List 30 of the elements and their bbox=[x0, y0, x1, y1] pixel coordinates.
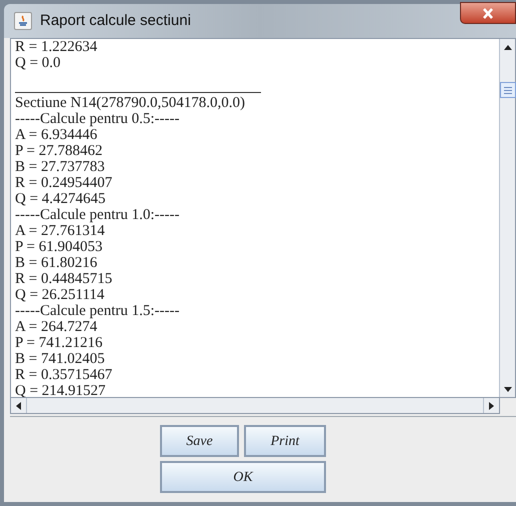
close-button[interactable] bbox=[460, 2, 516, 24]
report-line: R = 1.222634 bbox=[15, 39, 98, 55]
report-line: -----Calcule pentru 1.0:----- bbox=[15, 207, 181, 223]
vertical-scrollbar[interactable] bbox=[499, 39, 515, 397]
report-line: B = 741.02405 bbox=[15, 351, 106, 367]
report-line: R = 0.35715467 bbox=[15, 367, 114, 383]
report-line: Q = 26.251114 bbox=[15, 287, 106, 303]
report-line: R = 0.24954407 bbox=[15, 175, 114, 191]
save-button[interactable]: Save bbox=[160, 425, 239, 457]
report-line: Sectiune N14(278790.0,504178.0,0.0) bbox=[15, 95, 246, 111]
close-icon bbox=[482, 8, 494, 18]
report-line: B = 61.80216 bbox=[15, 255, 98, 271]
report-line: Q = 0.0 bbox=[15, 55, 62, 71]
report-line: A = 6.934446 bbox=[15, 127, 98, 143]
report-line: Q = 4.4274645 bbox=[15, 191, 107, 207]
window-title: Raport calcule sectiuni bbox=[40, 10, 191, 31]
report-line: -----Calcule pentru 0.5:----- bbox=[15, 111, 181, 127]
report-line: A = 27.761314 bbox=[15, 223, 106, 239]
scroll-thumb[interactable] bbox=[500, 82, 516, 98]
report-line: P = 61.904053 bbox=[15, 239, 104, 255]
report-line: P = 741.21216 bbox=[15, 335, 104, 351]
app-icon bbox=[14, 12, 32, 30]
report-line: B = 27.737783 bbox=[15, 159, 106, 175]
report-line: -----Calcule pentru 1.5:----- bbox=[15, 303, 181, 319]
ok-button[interactable]: OK bbox=[160, 461, 326, 493]
report-line: A = 264.7274 bbox=[15, 319, 98, 335]
report-line: R = 0.44845715 bbox=[15, 271, 114, 287]
horizontal-scrollbar[interactable] bbox=[10, 398, 500, 414]
print-button[interactable]: Print bbox=[244, 425, 326, 457]
report-line: P = 27.788462 bbox=[15, 143, 104, 159]
